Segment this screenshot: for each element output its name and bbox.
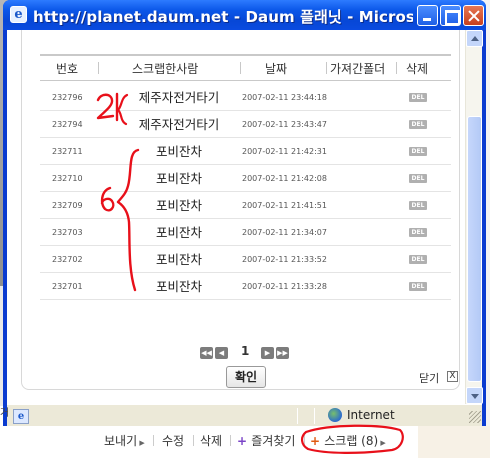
annotation-brace-large — [116, 148, 140, 292]
annotation-circle-scrap — [301, 424, 404, 454]
annotation-digit-2 — [96, 93, 115, 120]
annotation-brace-small — [116, 93, 129, 126]
annotation-digit-6 — [100, 186, 115, 212]
handwritten-annotations — [96, 92, 404, 454]
screen: e http://planet.daum.net - Daum 플래닛 - Mi… — [0, 0, 490, 458]
